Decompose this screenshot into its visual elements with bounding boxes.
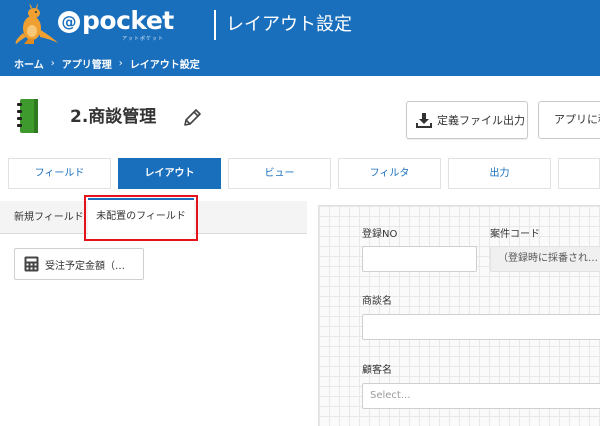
download-icon bbox=[416, 113, 432, 128]
tab-output[interactable]: 出力 bbox=[448, 158, 551, 189]
breadcrumb-app-management-link[interactable]: アプリ管理 bbox=[62, 56, 112, 71]
breadcrumb-separator: › bbox=[50, 58, 55, 69]
add-to-app-button[interactable]: アプリに移 bbox=[538, 101, 600, 139]
reg-no-field[interactable] bbox=[362, 246, 477, 272]
deal-name-field[interactable] bbox=[362, 314, 600, 340]
export-definition-button[interactable]: 定義ファイル出力 bbox=[406, 101, 528, 139]
reg-no-label: 登録NO bbox=[362, 229, 398, 240]
tab-filter[interactable]: フィルタ bbox=[338, 158, 441, 189]
subtab-new-field[interactable]: 新規フィールド bbox=[14, 201, 84, 234]
case-code-label: 案件コード bbox=[490, 229, 540, 240]
layout-canvas: 登録NO 案件コード （登録時に採番され… 商談名 顧客名 Select... bbox=[318, 205, 600, 426]
case-code-field[interactable]: （登録時に採番され… bbox=[490, 246, 600, 272]
breadcrumb: ホーム › アプリ管理 › レイアウト設定 bbox=[14, 56, 200, 71]
field-palette-panel: 新規フィールド 未配置のフィールド 受注予定金額（… bbox=[0, 198, 307, 426]
logo-subtext: アットポケット bbox=[122, 36, 165, 42]
notebook-icon bbox=[17, 99, 38, 133]
app-name-title: 2.商談管理 bbox=[70, 107, 157, 127]
breadcrumb-separator: › bbox=[118, 58, 123, 69]
customer-name-label: 顧客名 bbox=[362, 365, 392, 376]
subtab-unplaced-field[interactable]: 未配置のフィールド bbox=[88, 198, 194, 235]
breadcrumb-home-link[interactable]: ホーム bbox=[14, 56, 44, 71]
page-title: レイアウト設定 bbox=[226, 14, 352, 35]
logo-at-mark: @ bbox=[58, 11, 80, 33]
export-button-label: 定義ファイル出力 bbox=[437, 114, 525, 127]
customer-select[interactable]: Select... bbox=[362, 383, 600, 409]
tab-view[interactable]: ビュー bbox=[228, 158, 331, 189]
deal-name-label: 商談名 bbox=[362, 296, 392, 307]
subtab-bar: 新規フィールド 未配置のフィールド bbox=[0, 198, 307, 235]
header-divider bbox=[214, 10, 216, 40]
calculator-icon bbox=[24, 256, 39, 272]
pencil-edit-icon[interactable] bbox=[181, 107, 203, 129]
kangaroo-logo-icon bbox=[15, 3, 58, 44]
unplaced-field-label: 受注予定金額（… bbox=[45, 260, 125, 272]
tab-layout[interactable]: レイアウト bbox=[118, 158, 221, 189]
tab-more[interactable] bbox=[558, 158, 600, 189]
breadcrumb-current: レイアウト設定 bbox=[129, 60, 200, 71]
tab-field[interactable]: フィールド bbox=[8, 158, 111, 189]
app-header: @ pocket アットポケット レイアウト設定 ホーム › アプリ管理 › レ… bbox=[0, 0, 600, 76]
unplaced-field-item[interactable]: 受注予定金額（… bbox=[14, 248, 144, 280]
logo-text: pocket bbox=[82, 6, 174, 35]
